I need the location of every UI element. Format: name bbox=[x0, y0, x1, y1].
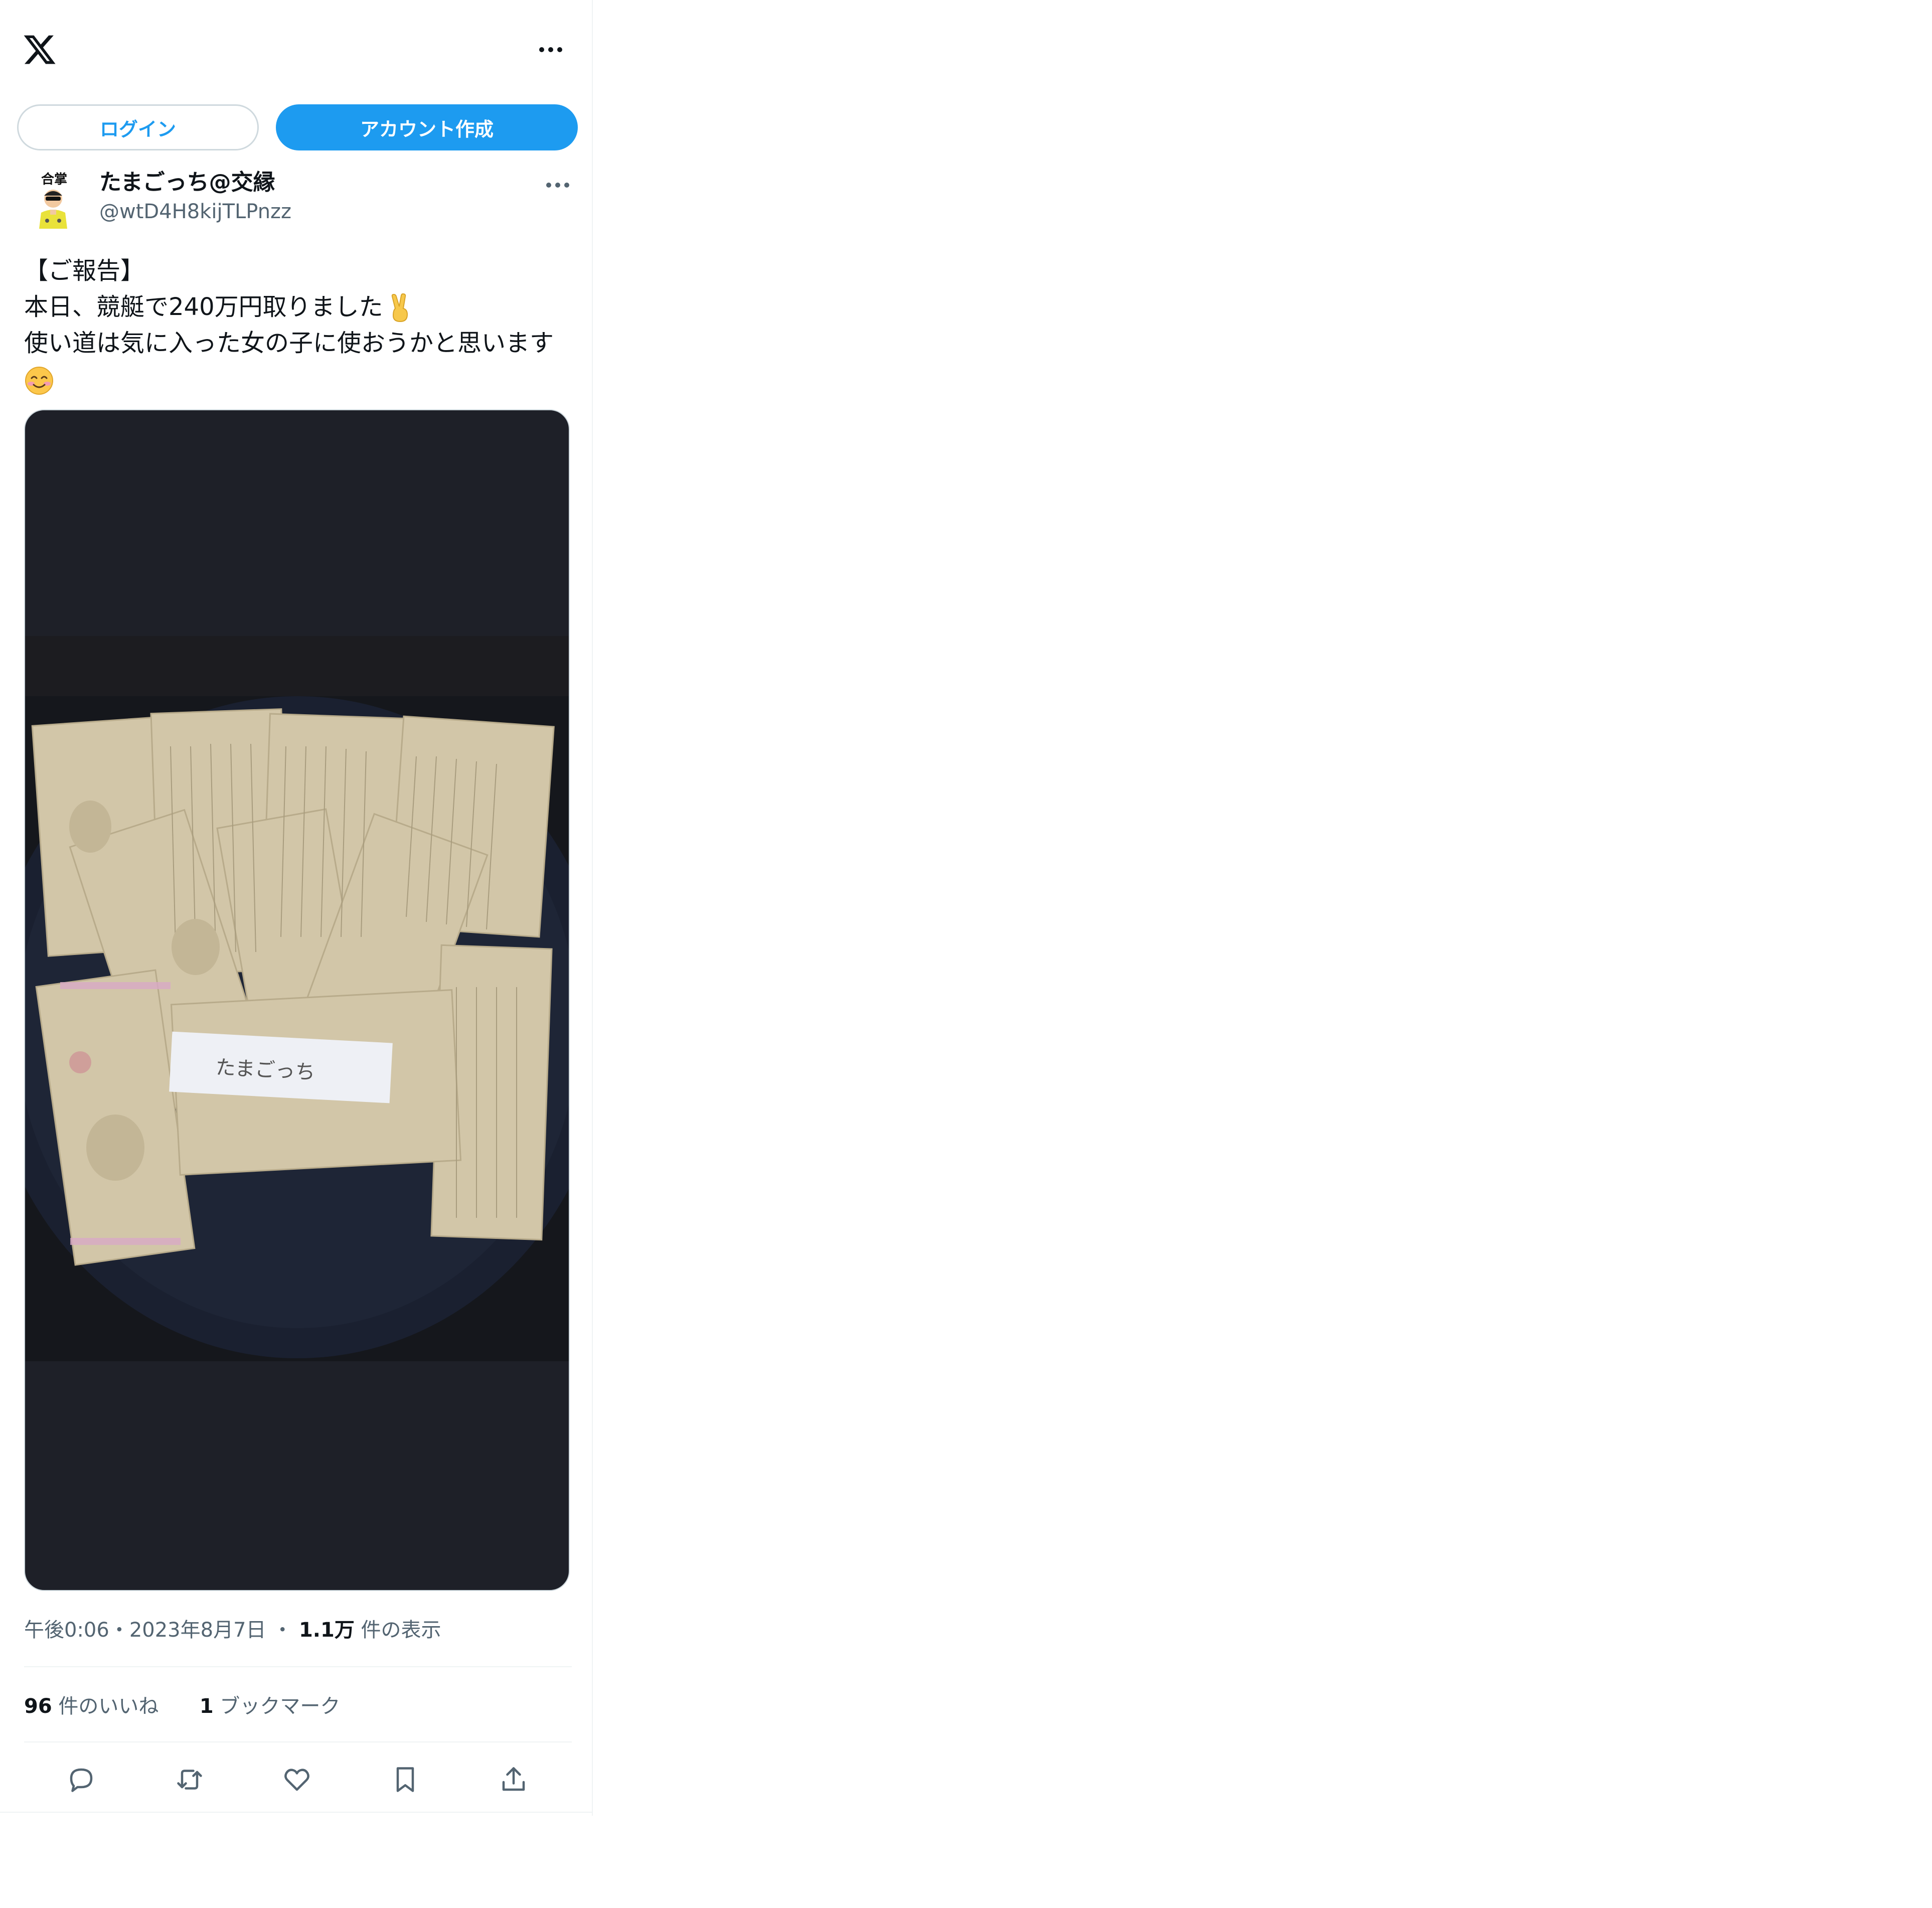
smiling-face-emoji bbox=[24, 366, 54, 396]
divider bbox=[0, 1812, 592, 1813]
likes-label: 件のいいね bbox=[58, 1695, 159, 1718]
bookmark-icon[interactable] bbox=[385, 1760, 425, 1800]
create-account-button[interactable]: アカウント作成 bbox=[276, 104, 578, 150]
tweet-time[interactable]: 午後0:06 bbox=[24, 1619, 109, 1642]
avatar[interactable]: 合掌 bbox=[24, 169, 84, 229]
tweet-page: ログイン アカウント作成 合掌 たまごっち@交縁 @wtD4H8kijTLPnz… bbox=[0, 0, 593, 1816]
divider bbox=[24, 1666, 572, 1667]
divider bbox=[24, 1741, 572, 1742]
like-icon[interactable] bbox=[277, 1760, 317, 1800]
likes-stat[interactable]: 96 件のいいね bbox=[24, 1695, 158, 1718]
tweet-text: 【ご報告】 本日、競艇で240万円取りました 使い道は気に入った女の子に使おうか… bbox=[24, 253, 576, 397]
share-icon[interactable] bbox=[494, 1760, 534, 1800]
tweet-media[interactable]: たまごっち bbox=[24, 409, 570, 1591]
views-count: 1.1万 bbox=[298, 1619, 355, 1642]
meta-separator: ・ bbox=[272, 1619, 293, 1642]
media-photo[interactable]: たまごっち bbox=[25, 636, 570, 1361]
tweet-date[interactable]: 2023年8月7日 bbox=[129, 1619, 266, 1642]
victory-hand-emoji bbox=[385, 293, 415, 324]
author-handle[interactable]: @wtD4H8kijTLPnzz bbox=[99, 198, 291, 226]
bookmarks-stat[interactable]: 1 ブックマーク bbox=[200, 1695, 341, 1718]
tweet-text-line-emoji bbox=[24, 361, 576, 397]
tweet-text-line: 本日、競艇で240万円取りました bbox=[24, 293, 383, 321]
likes-count: 96 bbox=[24, 1695, 52, 1718]
reply-icon[interactable] bbox=[61, 1760, 101, 1800]
bookmarks-count: 1 bbox=[199, 1695, 214, 1718]
retweet-icon[interactable] bbox=[170, 1760, 210, 1800]
meta-separator: ・ bbox=[109, 1619, 129, 1642]
tweet-meta: 午後0:06・2023年8月7日 ・ 1.1万 件の表示 bbox=[24, 1616, 441, 1644]
tweet-more-icon[interactable] bbox=[545, 180, 571, 191]
x-logo-icon[interactable] bbox=[22, 32, 57, 67]
views-label: 件の表示 bbox=[361, 1619, 441, 1642]
login-button[interactable]: ログイン bbox=[17, 104, 259, 150]
more-horizontal-icon[interactable] bbox=[538, 44, 564, 55]
tweet-text-line: 【ご報告】 bbox=[24, 257, 145, 285]
tweet-stats: 96 件のいいね 1 ブックマーク bbox=[24, 1692, 340, 1720]
tweet-text-line-with-emoji: 本日、競艇で240万円取りました bbox=[24, 289, 576, 325]
author-display-name[interactable]: たまごっち@交縁 bbox=[99, 168, 275, 198]
bookmarks-label: ブックマーク bbox=[220, 1695, 341, 1718]
svg-text:合掌: 合掌 bbox=[41, 172, 67, 187]
tweet-text-line: 使い道は気に入った女の子に使おうかと思います bbox=[24, 329, 554, 357]
